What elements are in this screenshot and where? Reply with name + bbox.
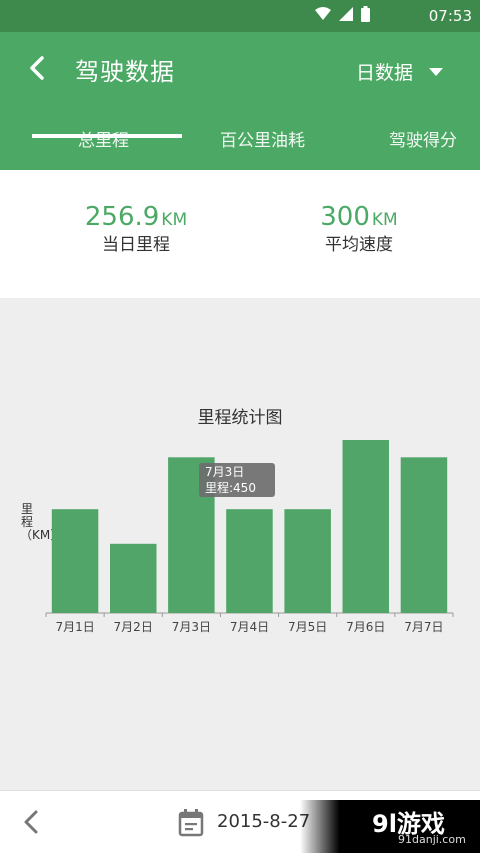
mode-label: 日数据 bbox=[356, 62, 414, 84]
status-bar: 07:53 bbox=[0, 0, 480, 32]
status-icons bbox=[315, 6, 370, 22]
average-speed-value: 300 bbox=[320, 202, 370, 232]
wifi-icon bbox=[315, 7, 331, 20]
watermark-site: 91danji.com bbox=[398, 833, 466, 846]
tab-total-mileage[interactable]: 总里程 bbox=[78, 126, 129, 151]
summary-panel: 256.9 KM 当日里程 300 KM 平均速度 bbox=[0, 170, 480, 298]
page-title: 驾驶数据 bbox=[75, 58, 175, 86]
daily-distance-metric: 256.9 KM 当日里程 bbox=[66, 202, 206, 255]
mileage-bar-chart: 7月1日 7月2日 7月3日 7月4日 7月5日 7月6日 7月7日 bbox=[45, 440, 454, 634]
battery-icon bbox=[361, 6, 370, 22]
daily-distance-unit: KM bbox=[161, 210, 188, 230]
tab-fuel-consumption[interactable]: 百公里油耗 bbox=[220, 126, 305, 151]
x-tick-label-4: 7月4日 bbox=[230, 620, 269, 634]
x-tick-label-1: 7月1日 bbox=[55, 620, 94, 634]
dropdown-arrow-icon bbox=[429, 67, 444, 76]
bar-1[interactable] bbox=[51, 509, 99, 613]
tab-driving-score[interactable]: 驾驶得分 bbox=[389, 126, 457, 151]
x-tick-label-2: 7月2日 bbox=[114, 620, 153, 634]
tooltip-date: 7月3日 bbox=[205, 465, 245, 479]
signal-icon bbox=[339, 7, 353, 21]
tooltip-value: 里程:450 bbox=[205, 481, 256, 495]
back-arrow-icon[interactable] bbox=[24, 54, 52, 82]
bar-2[interactable] bbox=[110, 543, 157, 613]
x-tick-label-3: 7月3日 bbox=[172, 620, 211, 634]
previous-date-arrow-icon[interactable] bbox=[20, 809, 44, 835]
status-time: 07:53 bbox=[428, 7, 472, 25]
bar-7[interactable] bbox=[400, 457, 448, 613]
x-tick-label-6: 7月6日 bbox=[346, 620, 385, 634]
watermark-logo: 9l游戏 91danji.com bbox=[300, 800, 480, 853]
bar-5[interactable] bbox=[284, 509, 331, 613]
active-tab-indicator bbox=[32, 134, 182, 138]
daily-distance-label: 当日里程 bbox=[102, 235, 170, 255]
daily-distance-value: 256.9 bbox=[84, 202, 160, 232]
selected-date[interactable]: 2015-8-27 bbox=[217, 811, 310, 832]
x-tick-label-7: 7月7日 bbox=[404, 620, 443, 634]
app-bar: 驾驶数据 日数据 总里程 百公里油耗 驾驶得分 bbox=[0, 32, 480, 170]
average-speed-label: 平均速度 bbox=[325, 235, 393, 255]
mode-dropdown[interactable]: 日数据 bbox=[356, 58, 444, 85]
calendar-icon[interactable] bbox=[178, 809, 204, 837]
tab-bar: 总里程 百公里油耗 驾驶得分 bbox=[0, 116, 480, 170]
bar-4[interactable] bbox=[226, 509, 273, 613]
chart-tooltip: 7月3日 里程:450 bbox=[199, 463, 275, 497]
x-tick-label-5: 7月5日 bbox=[288, 620, 327, 634]
bar-6[interactable] bbox=[342, 440, 390, 613]
average-speed-metric: 300 KM 平均速度 bbox=[304, 202, 414, 255]
average-speed-unit: KM bbox=[371, 210, 398, 230]
